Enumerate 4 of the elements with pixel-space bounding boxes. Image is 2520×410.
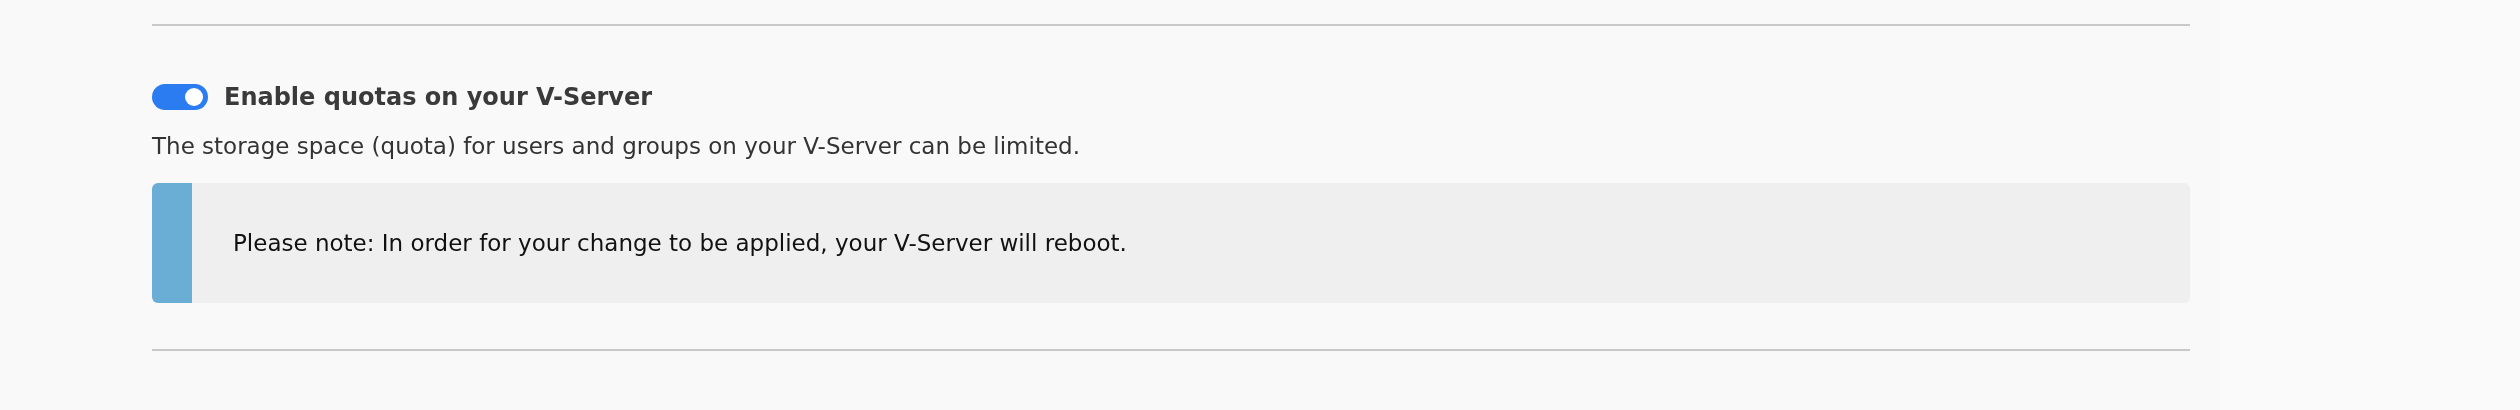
setting-description: The storage space (quota) for users and groups on your V-Server can be limited. [152,133,1081,159]
note-text: Please note: In order for your change to be applied, your V-Server will reboot. [233,230,1127,256]
setting-title: Enable quotas on your V-Server [224,83,653,111]
toggle-switch[interactable] [152,84,208,110]
